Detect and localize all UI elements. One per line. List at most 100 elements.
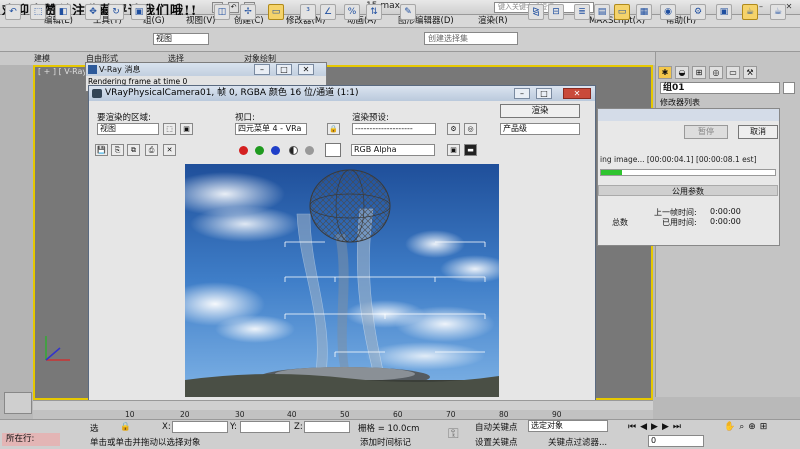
total-label: 总数	[612, 218, 628, 227]
render-progress-dialog: 暂停 取消 ing image... [00:00:04.1] [00:00:0…	[597, 108, 780, 246]
select-object-icon[interactable]: ◧	[55, 4, 71, 20]
object-name-field[interactable]: 组01	[660, 82, 780, 94]
add-time-tag-button[interactable]: 添加时间标记	[360, 436, 411, 448]
render-preset-dropdown[interactable]: --------------------	[352, 123, 436, 135]
edit-named-selection-icon[interactable]: ✎	[400, 4, 416, 20]
set-key-button[interactable]: 设置关键点	[475, 436, 518, 448]
mono-channel-icon[interactable]	[305, 146, 314, 155]
select-region-icon[interactable]: ⬚	[30, 4, 46, 20]
clear-icon[interactable]: ✕	[163, 144, 176, 156]
viewport-dropdown[interactable]: 四元菜单 4 - VRa	[235, 123, 307, 135]
percent-snap-icon[interactable]: %	[344, 4, 360, 20]
scale-icon[interactable]: ▣	[131, 4, 147, 20]
hierarchy-tab-icon[interactable]: ⊞	[692, 66, 706, 79]
angle-snap-icon[interactable]: ∠	[320, 4, 336, 20]
lock-viewport-icon[interactable]: 🔒	[327, 123, 340, 135]
rendered-frame-window: VRayPhysicalCamera01, 帧 0, RGBA 颜色 16 位/…	[88, 85, 596, 412]
menu-rendering[interactable]: 渲染(R)	[478, 15, 508, 28]
align-icon[interactable]: ⊟	[548, 4, 564, 20]
ribbon-icon[interactable]: ▤	[594, 4, 610, 20]
cancel-button[interactable]: 取消	[738, 125, 778, 139]
progress-bar-fill	[601, 170, 622, 175]
utilities-tab-icon[interactable]: ⚒	[743, 66, 757, 79]
layer-manager-icon[interactable]: ≣	[574, 4, 590, 20]
vraylog-close-icon[interactable]: ✕	[298, 64, 314, 75]
render-setup-icon[interactable]: ⚙	[690, 4, 706, 20]
render-iterative-icon[interactable]: ☕	[770, 4, 786, 20]
pivot-icon[interactable]: ◫	[214, 4, 230, 20]
snap-3d-icon[interactable]: ³	[300, 4, 316, 20]
red-channel-icon[interactable]	[239, 146, 248, 155]
tick-label: 30	[235, 410, 245, 419]
render-window-close-icon[interactable]: ✕	[563, 88, 591, 99]
viewport-nav-icons[interactable]: ✋⌕⊕⊞	[724, 422, 771, 432]
vraylog-maximize-icon[interactable]: □	[276, 64, 292, 75]
alpha-channel-icon[interactable]	[289, 146, 298, 155]
create-tab-icon[interactable]: ✱	[658, 66, 672, 79]
clone-window-icon[interactable]: ⧉	[127, 144, 140, 156]
material-editor-icon[interactable]: ◉	[660, 4, 676, 20]
channel-display-dropdown[interactable]: RGB Alpha	[351, 144, 435, 156]
spinner-snap-icon[interactable]: ⇅	[366, 4, 382, 20]
time-slider[interactable]	[33, 400, 653, 410]
environment-icon[interactable]: ◎	[464, 123, 477, 135]
pause-button[interactable]: 暂停	[684, 125, 728, 139]
area-to-render-dropdown[interactable]: 视图	[97, 123, 159, 135]
tab-modeling[interactable]: 建模	[34, 53, 50, 64]
tick-label: 50	[340, 410, 350, 419]
schematic-view-icon[interactable]: ▦	[636, 4, 652, 20]
undo-tool-icon[interactable]: ↶	[5, 4, 21, 20]
swatch-icon[interactable]	[325, 143, 341, 157]
print-icon[interactable]: ⎙	[145, 144, 158, 156]
y-label: Y:	[230, 422, 237, 432]
display-toggle-icon[interactable]: ▣	[447, 144, 460, 156]
object-color-swatch[interactable]	[783, 82, 795, 94]
elapsed-time-value: 0:00:00	[710, 217, 741, 226]
mirror-icon[interactable]: ⧎	[528, 4, 544, 20]
motion-tab-icon[interactable]: ◎	[709, 66, 723, 79]
lock-selection-icon[interactable]: 🔒	[120, 422, 131, 432]
rendered-frame-window-icon[interactable]: ▣	[716, 4, 732, 20]
elapsed-time-label: 已用时间:	[662, 218, 697, 227]
menu-views[interactable]: 视图(V)	[186, 15, 215, 28]
render-button[interactable]: 渲染	[500, 104, 580, 118]
x-coordinate-field[interactable]	[172, 421, 228, 433]
background-toggle-icon[interactable]: ▬	[464, 144, 477, 156]
tick-label: 90	[552, 410, 562, 419]
modifier-list-dropdown[interactable]: 修改器列表	[660, 97, 796, 108]
key-filters-button[interactable]: 关键点过滤器...	[548, 436, 607, 448]
keyboard-shortcut-icon[interactable]: ▭	[268, 4, 284, 20]
maxscript-listener-box[interactable]	[4, 392, 32, 414]
edit-region-icon[interactable]: ⬚	[163, 123, 176, 135]
z-coordinate-field[interactable]	[304, 421, 350, 433]
playback-controls[interactable]: ⏮◀▶▶⏭	[628, 422, 685, 432]
selected-object-dropdown[interactable]: 选定对象	[528, 420, 608, 432]
render-window-maximize-icon[interactable]: □	[536, 88, 552, 99]
rotate-icon[interactable]: ↻	[108, 4, 124, 20]
save-image-icon[interactable]: 💾	[95, 144, 108, 156]
viewport-label-text: 视口:	[235, 113, 255, 123]
vraylog-minimize-icon[interactable]: –	[254, 64, 270, 75]
reference-coord-dropdown[interactable]: 视图	[153, 33, 209, 45]
select-manipulate-icon[interactable]: ✢	[240, 4, 256, 20]
production-level-dropdown[interactable]: 产品级	[500, 123, 580, 135]
display-tab-icon[interactable]: ▭	[726, 66, 740, 79]
rendered-image[interactable]	[185, 164, 499, 397]
current-frame-field[interactable]: 0	[648, 435, 704, 447]
tick-label: 40	[287, 410, 297, 419]
render-production-icon[interactable]: ☕	[742, 4, 758, 20]
copy-image-icon[interactable]: ⎘	[111, 144, 124, 156]
y-coordinate-field[interactable]	[240, 421, 290, 433]
curve-editor-icon[interactable]: ▭	[614, 4, 630, 20]
common-params-header[interactable]: 公用参数	[598, 185, 778, 196]
render-setup-small-icon[interactable]: ⚙	[447, 123, 460, 135]
key-icon[interactable]: ⚿	[448, 426, 459, 442]
render-window-minimize-icon[interactable]: –	[514, 88, 530, 99]
blue-channel-icon[interactable]	[271, 146, 280, 155]
green-channel-icon[interactable]	[255, 146, 264, 155]
move-icon[interactable]: ✥	[85, 4, 101, 20]
modify-tab-icon[interactable]: ◒	[675, 66, 689, 79]
named-selection-set-dropdown[interactable]: 创建选择集	[424, 32, 518, 45]
auto-key-button[interactable]: 自动关键点	[475, 421, 518, 433]
auto-region-icon[interactable]: ▣	[180, 123, 193, 135]
